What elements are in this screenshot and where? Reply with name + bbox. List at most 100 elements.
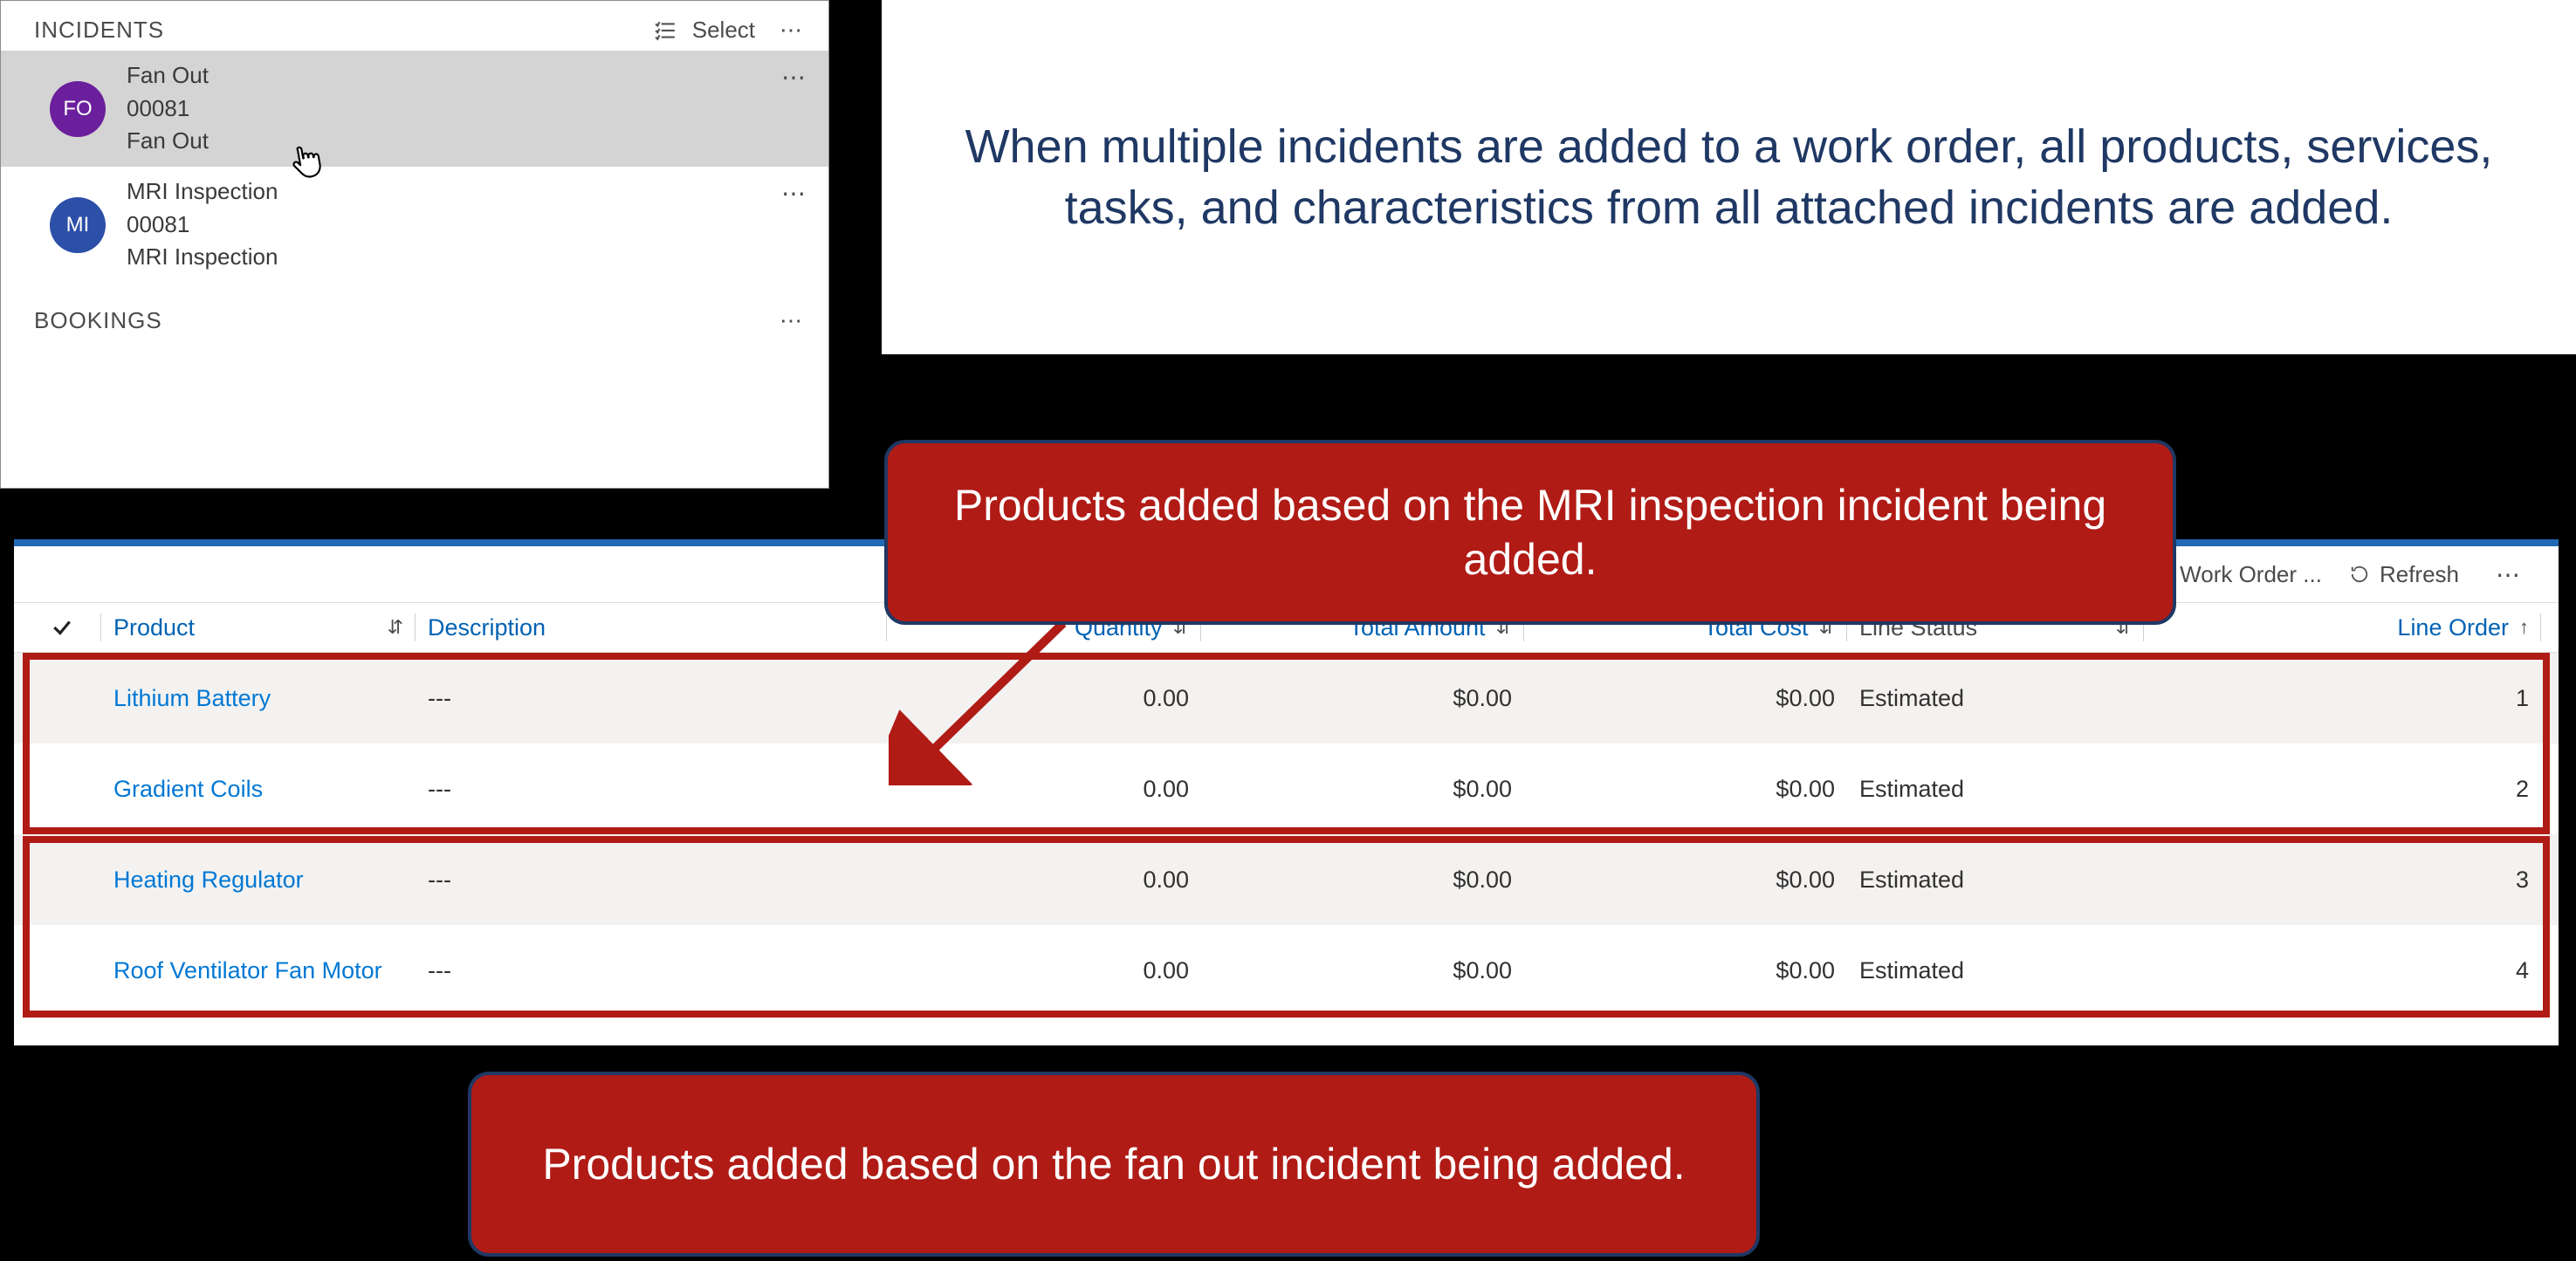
cell-total-cost: $0.00 bbox=[1524, 744, 1847, 834]
incident-secondary-text: 00081 bbox=[127, 209, 781, 242]
cell-line-order: 4 bbox=[2144, 925, 2541, 1016]
incident-secondary-text: 00081 bbox=[127, 93, 781, 126]
incident-primary-text: Fan Out bbox=[127, 59, 781, 93]
incident-item-fan-out[interactable]: FO Fan Out 00081 Fan Out ⋯ bbox=[1, 51, 828, 167]
cell-total-cost: $0.00 bbox=[1524, 834, 1847, 925]
row-select[interactable] bbox=[23, 925, 101, 1016]
incident-tertiary-text: MRI Inspection bbox=[127, 241, 781, 274]
cell-product[interactable]: Roof Ventilator Fan Motor bbox=[101, 925, 416, 1016]
incident-item-more-icon[interactable]: ⋯ bbox=[781, 59, 806, 92]
cell-text: Estimated bbox=[1859, 867, 1964, 894]
cell-line-order: 1 bbox=[2144, 653, 2541, 744]
cell-text: 1 bbox=[2516, 685, 2529, 712]
cell-quantity: 0.00 bbox=[887, 744, 1201, 834]
column-line-order[interactable]: Line Order ↑ bbox=[2144, 603, 2541, 652]
callout-fanout-products: Products added based on the fan out inci… bbox=[468, 1072, 1760, 1257]
toolbar-label: Refresh bbox=[2380, 561, 2459, 588]
cell-line-status: Estimated bbox=[1847, 653, 2144, 744]
cell-total-amount: $0.00 bbox=[1201, 834, 1524, 925]
incidents-more-icon[interactable]: ⋯ bbox=[767, 17, 806, 44]
cell-text: Estimated bbox=[1859, 776, 1964, 803]
incidents-header: INCIDENTS Select ⋯ bbox=[1, 1, 828, 51]
incident-lines: MRI Inspection 00081 MRI Inspection bbox=[127, 175, 781, 274]
toolbar-label: Work Order ... bbox=[2180, 561, 2322, 588]
list-view-icon[interactable] bbox=[650, 19, 680, 42]
cell-text: 0.00 bbox=[1143, 867, 1189, 894]
cell-text: $0.00 bbox=[1776, 867, 1835, 894]
cell-quantity: 0.00 bbox=[887, 653, 1201, 744]
row-select[interactable] bbox=[23, 834, 101, 925]
bookings-title: BOOKINGS bbox=[34, 307, 767, 334]
cell-text: Heating Regulator bbox=[113, 867, 304, 894]
cell-text: --- bbox=[428, 685, 451, 712]
cell-total-cost: $0.00 bbox=[1524, 653, 1847, 744]
callout-text: Products added based on the MRI inspecti… bbox=[923, 478, 2138, 587]
cell-text: 0.00 bbox=[1143, 957, 1189, 984]
cell-description: --- bbox=[416, 653, 887, 744]
cell-text: Lithium Battery bbox=[113, 685, 271, 712]
column-description[interactable]: Description bbox=[416, 603, 887, 652]
cell-total-amount: $0.00 bbox=[1201, 925, 1524, 1016]
incidents-title: INCIDENTS bbox=[34, 17, 650, 44]
cell-text: --- bbox=[428, 867, 451, 894]
cell-text: Estimated bbox=[1859, 957, 1964, 984]
callout-mri-products: Products added based on the MRI inspecti… bbox=[884, 440, 2176, 625]
refresh-icon bbox=[2348, 563, 2371, 586]
cell-text: --- bbox=[428, 957, 451, 984]
cell-line-status: Estimated bbox=[1847, 744, 2144, 834]
table-row[interactable]: Roof Ventilator Fan Motor --- 0.00 $0.00… bbox=[14, 925, 2559, 1016]
cell-text: 4 bbox=[2516, 957, 2529, 984]
incident-tertiary-text: Fan Out bbox=[127, 125, 781, 158]
cell-description: --- bbox=[416, 925, 887, 1016]
cell-line-order: 2 bbox=[2144, 744, 2541, 834]
table-row[interactable]: Lithium Battery --- 0.00 $0.00 $0.00 Est… bbox=[14, 653, 2559, 744]
cell-description: --- bbox=[416, 744, 887, 834]
check-icon bbox=[49, 614, 75, 641]
cell-text: 0.00 bbox=[1143, 685, 1189, 712]
incident-lines: Fan Out 00081 Fan Out bbox=[127, 59, 781, 158]
toolbar-more-icon[interactable]: ⋯ bbox=[2478, 560, 2524, 589]
incident-primary-text: MRI Inspection bbox=[127, 175, 781, 209]
avatar: FO bbox=[50, 81, 106, 137]
cell-text: Roof Ventilator Fan Motor bbox=[113, 957, 382, 984]
cell-text: --- bbox=[428, 776, 451, 803]
column-product[interactable]: Product ⇵ bbox=[101, 603, 416, 652]
row-select[interactable] bbox=[23, 744, 101, 834]
row-select[interactable] bbox=[23, 653, 101, 744]
table-row[interactable]: Heating Regulator --- 0.00 $0.00 $0.00 E… bbox=[14, 834, 2559, 925]
column-label: Product bbox=[113, 614, 195, 641]
callout-text: Products added based on the fan out inci… bbox=[542, 1137, 1685, 1192]
cell-total-amount: $0.00 bbox=[1201, 744, 1524, 834]
cell-description: --- bbox=[416, 834, 887, 925]
cell-text: $0.00 bbox=[1453, 957, 1512, 984]
refresh-button[interactable]: Refresh bbox=[2341, 561, 2466, 588]
cell-total-amount: $0.00 bbox=[1201, 653, 1524, 744]
cell-quantity: 0.00 bbox=[887, 834, 1201, 925]
cell-text: $0.00 bbox=[1453, 685, 1512, 712]
cell-text: $0.00 bbox=[1776, 776, 1835, 803]
cell-product[interactable]: Gradient Coils bbox=[101, 744, 416, 834]
column-select-all[interactable] bbox=[23, 603, 101, 652]
cell-line-status: Estimated bbox=[1847, 925, 2144, 1016]
cell-text: 2 bbox=[2516, 776, 2529, 803]
cell-text: 3 bbox=[2516, 867, 2529, 894]
cell-quantity: 0.00 bbox=[887, 925, 1201, 1016]
grid-rows: Lithium Battery --- 0.00 $0.00 $0.00 Est… bbox=[14, 653, 2559, 1016]
cell-text: Gradient Coils bbox=[113, 776, 263, 803]
incidents-select-button[interactable]: Select bbox=[680, 17, 767, 44]
incident-item-mri-inspection[interactable]: MI MRI Inspection 00081 MRI Inspection ⋯ bbox=[1, 167, 828, 283]
sort-icon: ⇵ bbox=[388, 616, 403, 639]
cell-text: Estimated bbox=[1859, 685, 1964, 712]
bookings-more-icon[interactable]: ⋯ bbox=[767, 307, 806, 334]
cell-total-cost: $0.00 bbox=[1524, 925, 1847, 1016]
cell-text: $0.00 bbox=[1453, 867, 1512, 894]
cell-product[interactable]: Lithium Battery bbox=[101, 653, 416, 744]
explain-text: When multiple incidents are added to a w… bbox=[961, 116, 2497, 238]
cell-text: $0.00 bbox=[1776, 957, 1835, 984]
table-row[interactable]: Gradient Coils --- 0.00 $0.00 $0.00 Esti… bbox=[14, 744, 2559, 834]
cell-product[interactable]: Heating Regulator bbox=[101, 834, 416, 925]
cell-text: $0.00 bbox=[1453, 776, 1512, 803]
cell-text: $0.00 bbox=[1776, 685, 1835, 712]
incident-item-more-icon[interactable]: ⋯ bbox=[781, 175, 806, 208]
explain-callout: When multiple incidents are added to a w… bbox=[882, 0, 2576, 354]
